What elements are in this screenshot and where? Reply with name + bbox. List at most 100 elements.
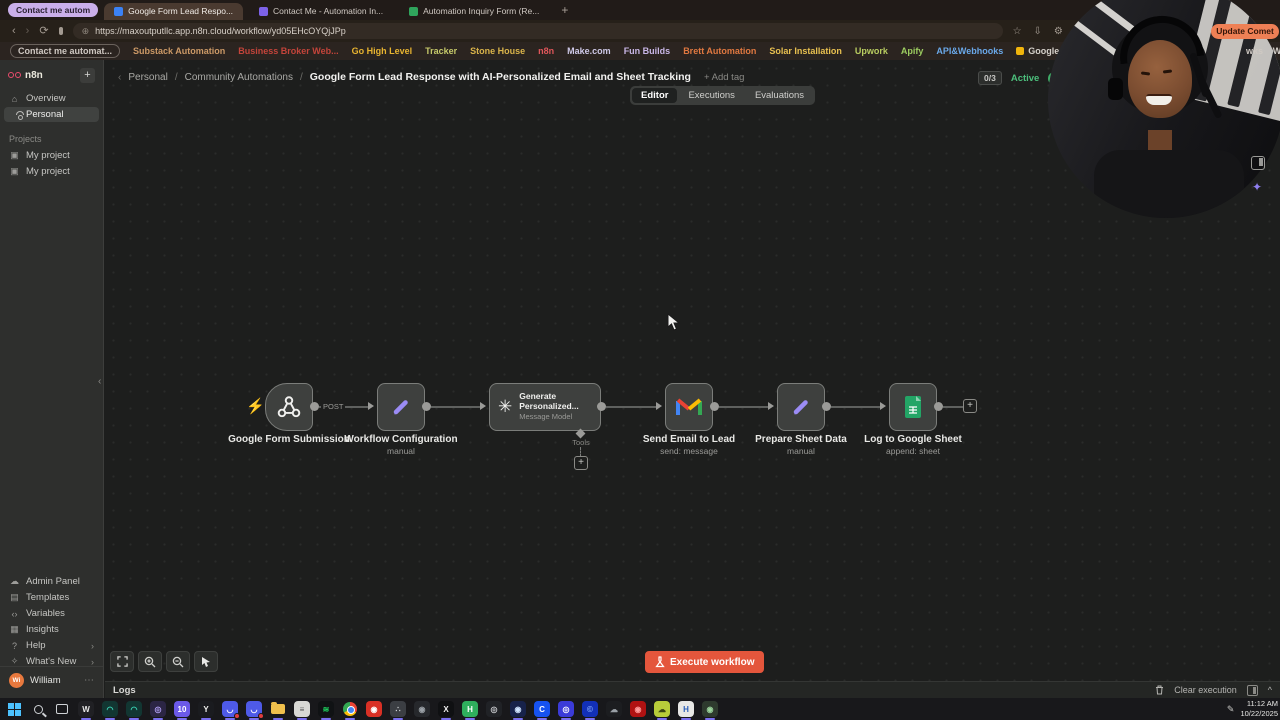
app-copyright[interactable]: © (582, 701, 598, 720)
sidebar-item-insights[interactable]: ▦ Insights (4, 622, 99, 637)
sidebar-item-personal[interactable]: Personal (4, 107, 99, 122)
node-google-form-submission[interactable] (265, 383, 313, 431)
node-prepare-sheet-data[interactable] (777, 383, 825, 431)
app-notes[interactable]: ≡ (294, 701, 310, 720)
output-connector[interactable] (822, 402, 831, 411)
bookmark-item[interactable]: Business Broker Web... (238, 46, 338, 56)
zoom-out-button[interactable] (166, 651, 190, 672)
breadcrumb-folder[interactable]: Community Automations (185, 72, 293, 83)
sidebar-item-overview[interactable]: ⌂ Overview (4, 91, 99, 106)
app-red-dot[interactable]: ◉ (630, 701, 646, 717)
breadcrumb-personal[interactable]: Personal (128, 72, 167, 83)
forward-icon[interactable]: › (26, 25, 30, 37)
search-icon[interactable] (30, 701, 46, 717)
app-x[interactable]: X (438, 701, 454, 720)
bookmark-item[interactable]: Upwork (855, 46, 888, 56)
node-workflow-configuration[interactable] (377, 383, 425, 431)
bookmark-item[interactable]: Contact me automat... (10, 44, 121, 58)
url-field[interactable]: ⊕ https://maxoutputllc.app.n8n.cloud/wor… (72, 23, 1003, 39)
clear-execution-button[interactable]: Clear execution (1174, 685, 1237, 695)
add-tag-button[interactable]: + Add tag (704, 72, 744, 83)
bookmark-item[interactable]: Substack Automation (133, 46, 225, 56)
bookmark-item[interactable]: Apify (901, 46, 924, 56)
app-violet-10[interactable]: 10 (174, 701, 190, 720)
output-connector[interactable] (934, 402, 943, 411)
app-gray-people[interactable]: ∴ (390, 701, 406, 720)
add-tool-button[interactable]: + (574, 456, 588, 470)
collapse-sidebar-icon[interactable]: ‹ (98, 376, 101, 387)
browser-tab-active[interactable]: Google Form Lead Respo... (104, 2, 244, 20)
bookmark-item[interactable]: Stone House (470, 46, 525, 56)
output-connector[interactable] (597, 402, 606, 411)
system-clock[interactable]: ✎ 11:12 AM 10/22/2025 (1227, 699, 1280, 719)
app-red-chat[interactable]: ◉ (366, 701, 382, 717)
node-generate-personalized[interactable]: ✳ Generate Personalized... Message Model (489, 383, 601, 431)
output-connector[interactable] (422, 402, 431, 411)
collapse-logs-icon[interactable]: ^ (1268, 685, 1272, 695)
app-purple-ring[interactable]: ◎ (150, 701, 166, 720)
execute-workflow-button[interactable]: Execute workflow (645, 651, 765, 673)
tab-editor[interactable]: Editor (632, 88, 678, 103)
open-logs-panel-icon[interactable] (1246, 684, 1258, 696)
task-view-icon[interactable] (54, 701, 70, 717)
add-node-button[interactable]: + (963, 399, 977, 413)
reload-icon[interactable]: ⟳ (39, 25, 48, 37)
sidebar-item-help[interactable]: ? Help › (4, 638, 99, 653)
app-chat-2[interactable]: ◡ (246, 701, 264, 720)
ai-assistant-sparkle-icon[interactable]: ✦ (1252, 180, 1262, 194)
mic-icon[interactable] (58, 27, 63, 35)
sidebar-item-project-1[interactable]: ▣ My project (4, 148, 99, 163)
start-button[interactable] (6, 701, 22, 717)
tab-evaluations[interactable]: Evaluations (746, 88, 813, 103)
settings-sphere[interactable]: ◉ (414, 701, 430, 717)
browser-tab-3[interactable]: Automation Inquiry Form (Re... (399, 3, 549, 20)
extensions-icon[interactable]: ⚙ (1054, 26, 1063, 37)
zoom-in-button[interactable] (138, 651, 162, 672)
spotify[interactable]: ≋ (318, 701, 334, 720)
bookmark-item[interactable]: n8n (538, 46, 554, 56)
app-teal-2[interactable]: ◠ (126, 701, 142, 720)
sidebar-item-admin-panel[interactable]: ☁ Admin Panel (4, 574, 99, 589)
back-chevron-icon[interactable]: ‹ (118, 72, 121, 83)
app-dark-cloud[interactable]: ☁ (606, 701, 622, 717)
bookmark-item[interactable]: Solar Installation (769, 46, 842, 56)
app-chat-1[interactable]: ◡ (222, 701, 240, 720)
app-green-h[interactable]: H (462, 701, 478, 720)
app-green-sphere[interactable]: ◉ (702, 701, 718, 720)
steam[interactable]: ◉ (510, 701, 526, 720)
back-icon[interactable]: ‹ (12, 25, 16, 37)
browser-tab-2[interactable]: Contact Me - Automation In... (249, 3, 393, 20)
doc-h[interactable]: H (678, 701, 694, 720)
file-explorer[interactable] (270, 701, 286, 720)
app-indigo-o[interactable]: ◎ (558, 701, 574, 720)
panel-toggle-icon[interactable] (1251, 156, 1265, 170)
output-connector[interactable] (310, 402, 319, 411)
workflow-title[interactable]: Google Form Lead Response with AI-Person… (310, 71, 691, 83)
bookmark-item[interactable]: Make.com (567, 46, 611, 56)
app-lime-cloud[interactable]: ☁ (654, 701, 670, 720)
new-tab-button[interactable]: + (555, 3, 574, 17)
app-dark-ring[interactable]: ◎ (486, 701, 502, 717)
user-menu[interactable]: Wi William ⋯ (0, 666, 103, 694)
pointer-tool-button[interactable] (194, 651, 218, 672)
logs-bar[interactable]: Logs Clear execution ^ (105, 681, 1280, 698)
sidebar-item-templates[interactable]: ▤ Templates (4, 590, 99, 605)
tab-executions[interactable]: Executions (679, 88, 743, 103)
app-dark-y[interactable]: Y (198, 701, 214, 720)
bookmark-item[interactable]: API&Webhooks (936, 46, 1003, 56)
node-send-email-to-lead[interactable] (665, 383, 713, 431)
download-icon[interactable]: ⇩ (1034, 26, 1042, 37)
app-teal-1[interactable]: ◠ (102, 701, 118, 720)
bookmark-star-icon[interactable]: ☆ (1013, 26, 1022, 37)
chrome[interactable] (342, 701, 358, 720)
app-dark-w[interactable]: W (78, 701, 94, 720)
bookmark-item[interactable]: Tracker (425, 46, 457, 56)
bookmark-item[interactable]: Fun Builds (624, 46, 671, 56)
sidebar-item-project-2[interactable]: ▣ My project (4, 164, 99, 179)
sidebar-item-variables[interactable]: ‹› Variables (4, 606, 99, 621)
node-log-to-google-sheet[interactable] (889, 383, 937, 431)
add-workflow-button[interactable]: + (80, 67, 95, 83)
user-menu-dots-icon[interactable]: ⋯ (84, 675, 94, 686)
update-comet-button[interactable]: Update Comet (1211, 24, 1279, 39)
bookmark-item[interactable]: Brett Automation (683, 46, 756, 56)
